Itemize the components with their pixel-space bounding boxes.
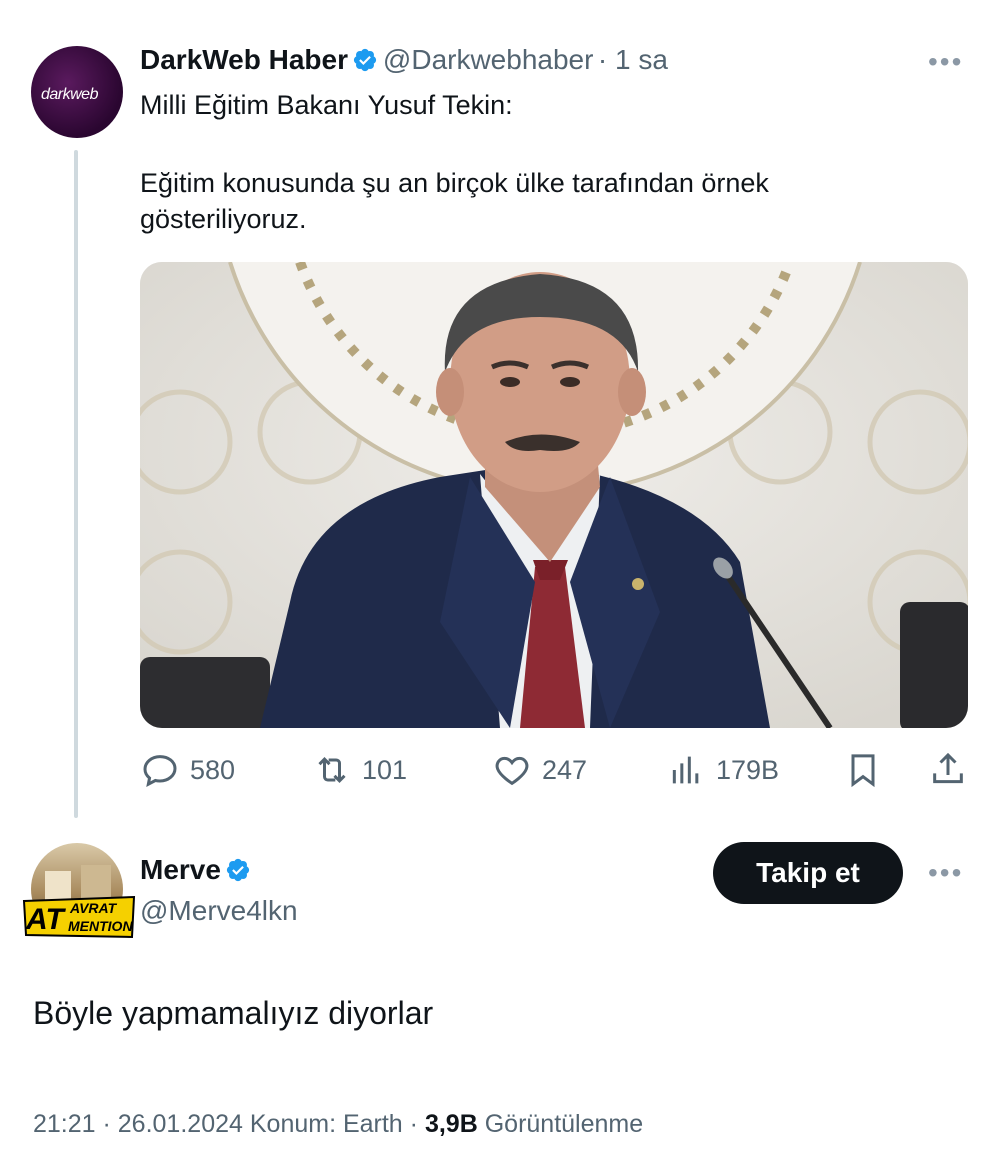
- reply-icon: [143, 755, 177, 787]
- heart-icon: [495, 756, 529, 786]
- reply-more-options-icon[interactable]: •••: [928, 857, 963, 889]
- reply-action[interactable]: 580: [140, 750, 235, 790]
- reply-author-name[interactable]: Merve: [140, 854, 221, 885]
- view-count: 3,9B: [424, 1110, 478, 1138]
- views-chart-icon: [672, 756, 699, 784]
- author-handle[interactable]: @Darkwebhaber: [383, 44, 594, 75]
- more-options-icon[interactable]: •••: [928, 46, 963, 78]
- verified-badge-icon: [227, 858, 250, 882]
- retweet-count: 101: [362, 754, 408, 785]
- post-location: Konum: Earth ·: [249, 1110, 418, 1138]
- tweet-actions: 580 101 247 179B: [140, 750, 970, 790]
- reply-text: Böyle yapmamalıyız diyorlar: [33, 995, 434, 1031]
- minister-photo: [140, 262, 968, 728]
- tweet-text-line-3: gösteriliyoruz.: [140, 204, 307, 234]
- retweet-action[interactable]: 101: [312, 750, 407, 790]
- tweet-header: DarkWeb Haber @Darkwebhaber · 1 sa: [140, 44, 668, 76]
- views-count: 179B: [716, 754, 780, 785]
- bookmark-action[interactable]: [843, 750, 893, 790]
- author-name[interactable]: DarkWeb Haber: [140, 44, 348, 75]
- thread-connector-line: [74, 150, 78, 818]
- sticker-big-text: AT: [25, 903, 66, 936]
- reply-author-handle[interactable]: @Merve4lkn: [140, 895, 298, 927]
- verified-badge-icon: [354, 48, 377, 72]
- share-action[interactable]: [928, 750, 978, 790]
- like-action[interactable]: 247: [492, 750, 587, 790]
- follow-button[interactable]: Takip et: [713, 842, 903, 904]
- retweet-icon: [318, 757, 346, 783]
- like-count: 247: [542, 754, 588, 785]
- sticker-badge: AT AVRAT MENTION: [22, 895, 136, 939]
- tweet-text-line-2: Eğitim konusunda şu an birçok ülke taraf…: [140, 168, 769, 198]
- views-action[interactable]: 179B: [666, 750, 779, 790]
- author-avatar[interactable]: darkweb: [31, 46, 123, 138]
- reply-header: Merve: [140, 854, 251, 886]
- reply-count: 580: [190, 754, 236, 785]
- tweet-time[interactable]: · 1 sa: [598, 44, 668, 75]
- tweet-meta: 21:21 · 26.01.2024 Konum: Earth · 3,9B G…: [33, 1110, 643, 1139]
- bookmark-icon: [851, 754, 875, 788]
- avatar-logo-text: darkweb: [41, 86, 98, 103]
- share-icon: [933, 752, 963, 784]
- tweet-image[interactable]: [140, 262, 968, 728]
- tweet-text-line-1: Milli Eğitim Bakanı Yusuf Tekin:: [140, 90, 513, 120]
- view-count-label: Görüntülenme: [484, 1110, 644, 1138]
- sticker-line-2: MENTION: [68, 918, 133, 934]
- post-timestamp[interactable]: 21:21 · 26.01.2024: [33, 1110, 243, 1138]
- sticker-line-1: AVRAT: [69, 900, 118, 916]
